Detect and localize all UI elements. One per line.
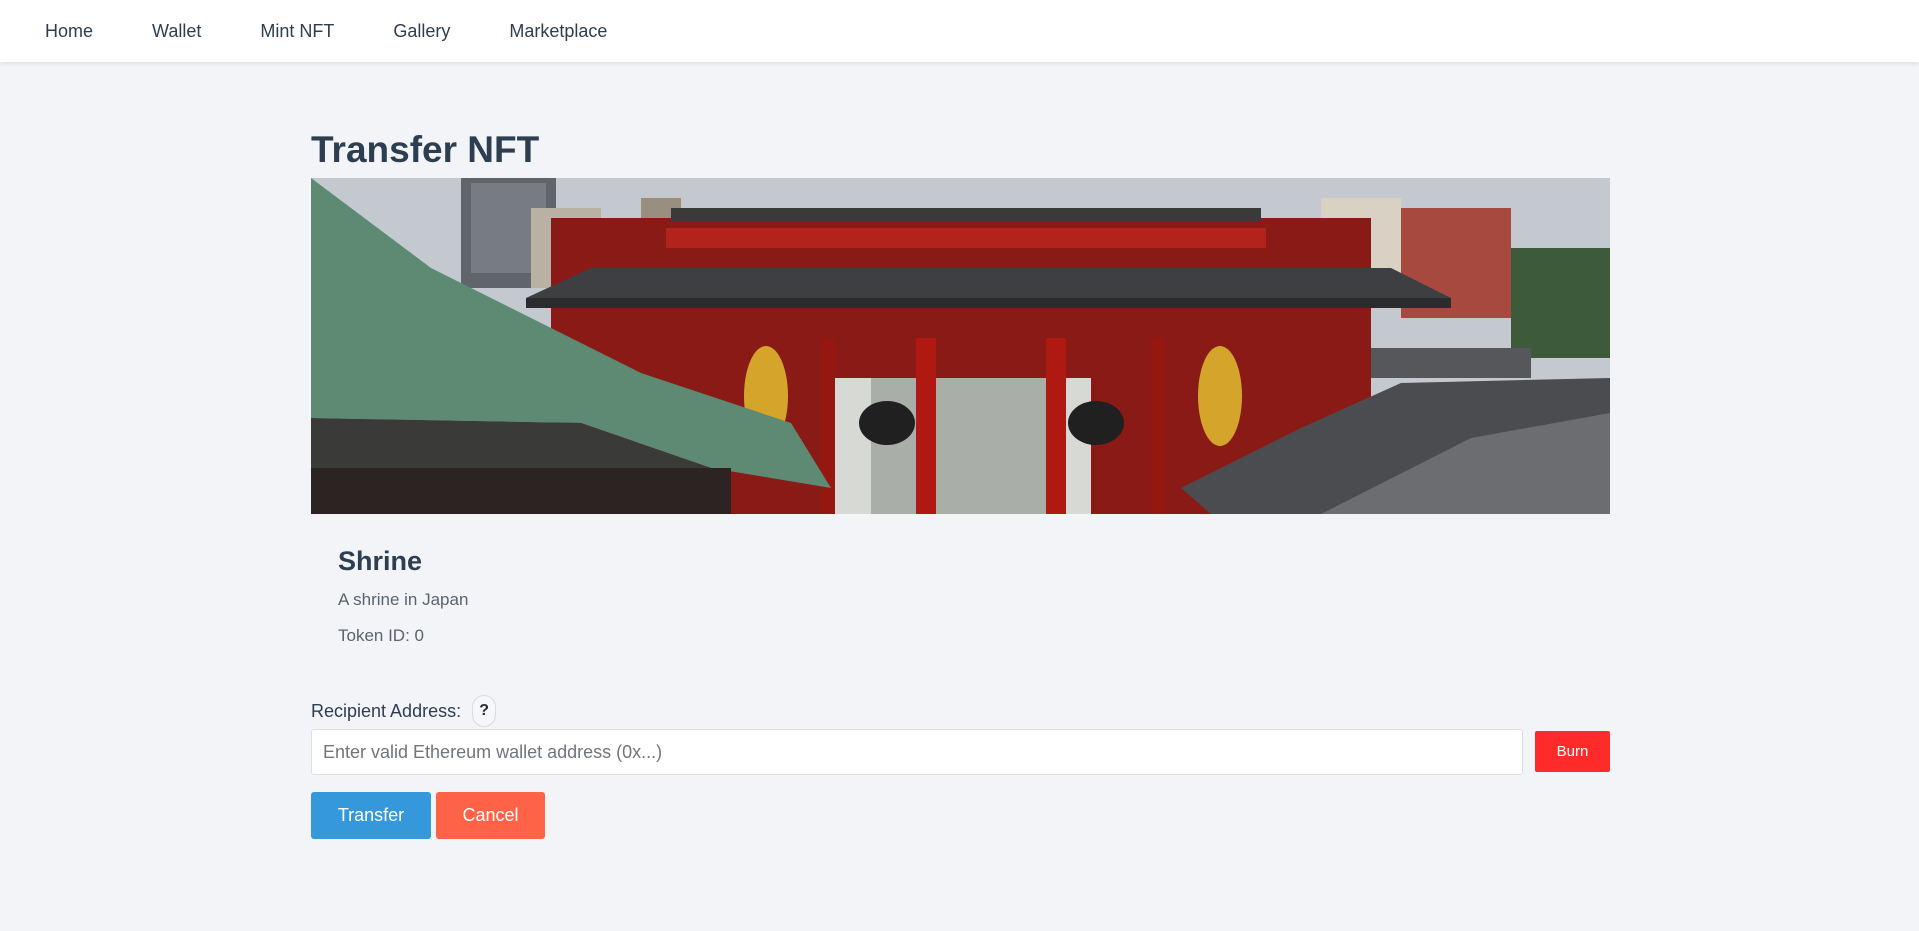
nav-mint-nft-link[interactable]: Mint NFT <box>260 22 334 40</box>
nav-gallery-link[interactable]: Gallery <box>393 22 450 40</box>
cancel-button[interactable]: Cancel <box>436 792 545 839</box>
nft-token-id: Token ID: 0 <box>338 626 424 645</box>
nft-description: A shrine in Japan <box>338 590 469 609</box>
nav-wallet-link[interactable]: Wallet <box>152 22 201 40</box>
transfer-nft-panel: Transfer NFT Shrine A shrine in Japan To… <box>311 128 1610 839</box>
nav-marketplace-link[interactable]: Marketplace <box>509 22 607 40</box>
top-navbar: Home Wallet Mint NFT Gallery Marketplace <box>0 0 1919 62</box>
burn-button[interactable]: Burn <box>1535 731 1610 772</box>
help-icon[interactable]: ? <box>472 695 497 727</box>
recipient-address-input[interactable] <box>311 729 1523 775</box>
page-title: Transfer NFT <box>311 129 540 170</box>
shrine-photo-icon <box>311 178 1610 514</box>
nav-home-link[interactable]: Home <box>45 22 93 40</box>
recipient-row: Recipient Address: ? <box>311 695 497 727</box>
nft-image <box>311 178 1610 514</box>
nft-info: Shrine A shrine in Japan Token ID: 0 <box>338 545 468 646</box>
nft-name: Shrine <box>338 546 423 576</box>
transfer-button[interactable]: Transfer <box>311 792 431 839</box>
recipient-address-label: Recipient Address: <box>311 700 462 721</box>
